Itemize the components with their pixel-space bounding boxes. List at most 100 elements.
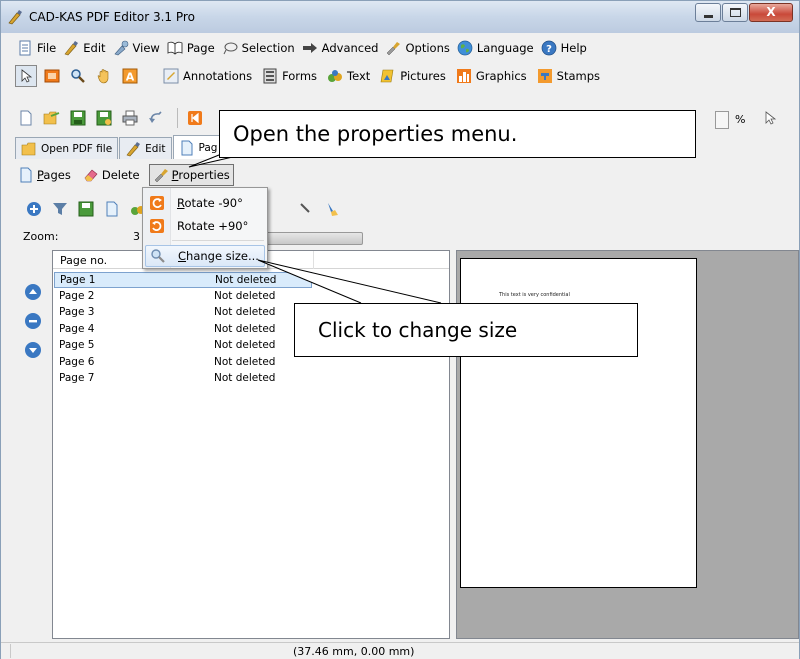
copy-page-icon bbox=[106, 201, 118, 217]
remove-page-button[interactable] bbox=[25, 313, 41, 329]
pen-tool-button[interactable] bbox=[295, 198, 317, 220]
annotations-button[interactable]: Annotations bbox=[163, 68, 252, 84]
pointer-icon[interactable] bbox=[763, 111, 777, 125]
menu-edit[interactable]: Edit bbox=[63, 40, 106, 56]
stamps-button[interactable]: Stamps bbox=[537, 68, 600, 84]
svg-text:?: ? bbox=[546, 44, 552, 55]
text-icon bbox=[328, 70, 343, 82]
pictures-button[interactable]: Pictures bbox=[380, 68, 446, 84]
first-page-button[interactable] bbox=[184, 107, 206, 129]
minimize-icon bbox=[704, 15, 713, 18]
svg-text:A: A bbox=[126, 71, 135, 84]
open-button[interactable] bbox=[41, 107, 63, 129]
properties-icon bbox=[154, 169, 168, 183]
minimize-button[interactable] bbox=[695, 3, 721, 22]
hand-tool-button[interactable] bbox=[93, 65, 115, 87]
page-name: Page 1 bbox=[60, 274, 96, 286]
table-row[interactable]: Page 6 Not deleted bbox=[54, 355, 312, 371]
pages-subbar: Pages Delete Properties bbox=[15, 163, 240, 187]
frame-icon bbox=[44, 69, 60, 83]
zoom-value[interactable]: 3 bbox=[133, 230, 140, 243]
globe-icon bbox=[457, 40, 473, 56]
table-row[interactable]: Page 1 Not deleted bbox=[54, 272, 312, 288]
tab-pages-label: Pag bbox=[198, 141, 218, 154]
text-label: Text bbox=[347, 69, 371, 83]
menu-separator bbox=[172, 240, 264, 241]
undo-icon bbox=[149, 111, 162, 123]
menu-language[interactable]: Language bbox=[457, 40, 534, 56]
forms-button[interactable]: Forms bbox=[262, 68, 317, 84]
zoom-tool-button[interactable] bbox=[67, 65, 89, 87]
menu-language-label: Language bbox=[476, 41, 534, 55]
pages-label: Pages bbox=[37, 168, 71, 182]
page-status: Not deleted bbox=[214, 339, 276, 351]
magnifier-icon bbox=[151, 249, 165, 263]
table-row[interactable]: Page 7 Not deleted bbox=[54, 371, 312, 387]
tab-edit[interactable]: Edit bbox=[119, 137, 172, 159]
menu-selection[interactable]: Selection bbox=[222, 40, 295, 56]
close-button[interactable]: X bbox=[749, 3, 793, 22]
zoom-slider[interactable] bbox=[253, 232, 363, 245]
change-size-label: Change size... bbox=[178, 249, 259, 263]
menu-view-label: View bbox=[132, 41, 160, 55]
menu-view[interactable]: View bbox=[113, 40, 160, 56]
status-bar: (37.46 mm, 0.00 mm) bbox=[1, 642, 799, 659]
menu-file[interactable]: File bbox=[17, 40, 56, 56]
arrow-cursor-icon bbox=[21, 69, 33, 83]
rotate-right-label: Rotate +90° bbox=[177, 219, 249, 233]
cursor-coordinates: (37.46 mm, 0.00 mm) bbox=[293, 645, 415, 658]
table-row[interactable]: Page 3 Not deleted bbox=[54, 305, 312, 321]
move-up-button[interactable] bbox=[25, 284, 41, 300]
text-button[interactable]: Text bbox=[327, 68, 370, 84]
menu-help[interactable]: ? Help bbox=[541, 40, 587, 56]
options-icon bbox=[387, 42, 401, 56]
properties-button[interactable]: Properties bbox=[148, 164, 234, 186]
page-status: Not deleted bbox=[214, 323, 276, 335]
menu-options[interactable]: Options bbox=[385, 40, 450, 56]
menu-file-label: File bbox=[37, 41, 57, 55]
menu-page[interactable]: Page bbox=[167, 40, 215, 56]
page-name: Page 4 bbox=[59, 323, 95, 335]
table-row[interactable]: Page 2 Not deleted bbox=[54, 289, 312, 305]
annotations-icon bbox=[163, 68, 179, 84]
pointer-tool-button[interactable] bbox=[15, 65, 37, 87]
save-button[interactable] bbox=[67, 107, 89, 129]
brush-icon bbox=[328, 203, 338, 216]
new-document-button[interactable] bbox=[15, 107, 37, 129]
instruction-callout-change-size: Click to change size bbox=[294, 303, 638, 357]
save-as-button[interactable] bbox=[93, 107, 115, 129]
main-tabs: Open PDF file Edit Pag bbox=[15, 135, 224, 159]
page-icon bbox=[167, 41, 183, 55]
table-row[interactable]: Page 5 Not deleted bbox=[54, 338, 312, 354]
graphics-button[interactable]: Graphics bbox=[456, 68, 527, 84]
change-size-item[interactable]: Change size... bbox=[145, 245, 265, 267]
save-pages-button[interactable] bbox=[75, 198, 97, 220]
menu-bar: File Edit View Page Selection Advanced O… bbox=[1, 37, 799, 59]
select-area-tool-button[interactable] bbox=[41, 65, 63, 87]
delete-button[interactable]: Delete bbox=[80, 165, 143, 185]
move-down-button[interactable] bbox=[25, 342, 41, 358]
pages-button[interactable]: Pages bbox=[15, 165, 74, 185]
menu-selection-label: Selection bbox=[241, 41, 295, 55]
maximize-button[interactable] bbox=[722, 3, 748, 22]
print-button[interactable] bbox=[119, 107, 141, 129]
filter-button[interactable] bbox=[49, 198, 71, 220]
text-select-tool-button[interactable]: A bbox=[119, 65, 141, 87]
undo-button[interactable] bbox=[145, 107, 167, 129]
zoom-unit: % bbox=[735, 113, 746, 126]
delete-label: Delete bbox=[101, 168, 140, 182]
insert-tool-groups: Annotations Forms Text Pictures Graphics… bbox=[163, 68, 610, 84]
zoom-spinner[interactable] bbox=[715, 111, 729, 129]
instruction-callout-open-properties: Open the properties menu. bbox=[219, 110, 696, 158]
add-page-button[interactable] bbox=[23, 198, 45, 220]
table-row[interactable]: Page 4 Not deleted bbox=[54, 322, 312, 338]
menu-advanced[interactable]: Advanced bbox=[302, 40, 378, 56]
brush-tool-button[interactable] bbox=[321, 198, 343, 220]
rotate-right-item[interactable]: Rotate +90° bbox=[145, 215, 265, 237]
first-page-icon bbox=[188, 111, 202, 125]
copy-page-button[interactable] bbox=[101, 198, 123, 220]
tab-open-pdf-file[interactable]: Open PDF file bbox=[15, 137, 119, 159]
page-no-column-header[interactable]: Page no. bbox=[60, 254, 107, 267]
rotate-left-item[interactable]: Rotate -90° bbox=[145, 192, 265, 214]
tab-pages[interactable]: Pag bbox=[172, 135, 224, 159]
